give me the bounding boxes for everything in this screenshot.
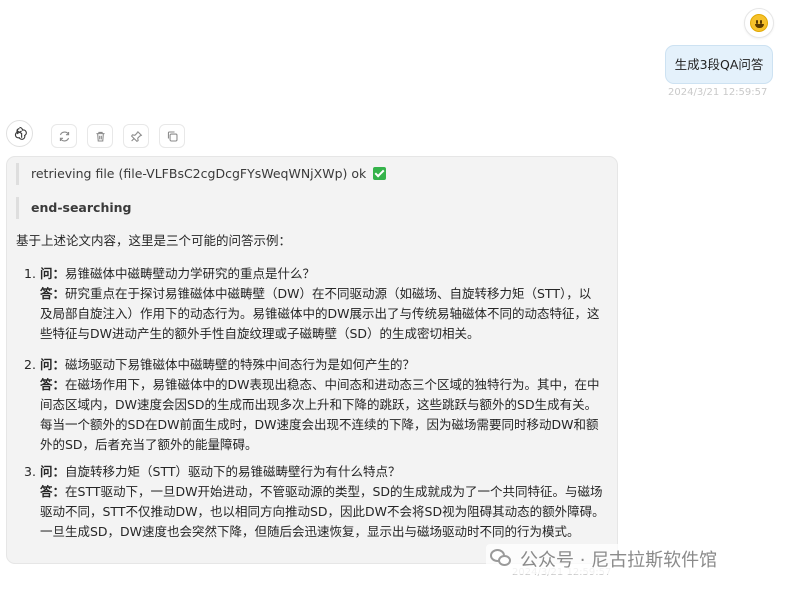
- answer-text: 间态区域内，DW速度会因SD的生成而出现多次上升和下降的跳跃，这些跳跃与额外的S…: [40, 397, 598, 412]
- watermark: 公众号 · 尼古拉斯软件馆: [486, 544, 722, 574]
- user-message-timestamp: 2024/3/21 12:59:57: [668, 87, 768, 98]
- answer-label: 答：: [40, 286, 66, 301]
- chat-window: 生成3段QA问答 2024/3/21 12:59:57 retrieving f…: [0, 0, 786, 589]
- qa-number: 1.: [24, 266, 36, 281]
- answer-text: 在磁场作用下，易锥磁体中的DW表现出稳态、中间态和进动态三个区域的独特行为。其中…: [65, 377, 600, 392]
- question-label: 问：: [40, 464, 66, 479]
- copy-button[interactable]: [159, 124, 185, 148]
- user-message: 生成3段QA问答: [665, 45, 773, 84]
- user-avatar: [744, 8, 774, 38]
- answer-text: 每当一个额外的SD在DW前面生成时，DW速度会出现不连续的下降，因为磁场需要同时…: [40, 417, 599, 432]
- openai-logo-icon: [14, 126, 27, 140]
- answer-text: 外的SD，后者充当了额外的能量障碍。: [40, 437, 258, 452]
- answer-label: 答：: [40, 484, 66, 499]
- question-text: 易锥磁体中磁畴壁动力学研究的重点是什么？: [65, 266, 316, 281]
- bot-avatar: [6, 120, 33, 147]
- grinning-face-icon: [750, 14, 768, 32]
- retrieval-status-quote: retrieving file (file-VLFBsC2cgDcgFYsWeq…: [16, 163, 387, 185]
- answer-intro: 基于上述论文内容，这里是三个可能的问答示例：: [16, 233, 292, 248]
- question-text: 自旋转移力矩（STT）驱动下的易锥磁畴壁行为有什么特点？: [65, 464, 401, 479]
- qa-item: 1. 问：易锥磁体中磁畴壁动力学研究的重点是什么？ 答：研究重点在于探讨易锥磁体…: [24, 264, 610, 344]
- qa-item: 2. 问：磁场驱动下易锥磁体中磁畴壁的特殊中间态行为是如何产生的？ 答：在磁场作…: [24, 355, 610, 455]
- question-label: 问：: [40, 266, 66, 281]
- watermark-text: 公众号 · 尼古拉斯软件馆: [520, 550, 718, 571]
- question-text: 磁场驱动下易锥磁体中磁畴壁的特殊中间态行为是如何产生的？: [65, 357, 416, 372]
- pin-button[interactable]: [123, 124, 149, 148]
- regenerate-button[interactable]: [51, 124, 77, 148]
- regenerate-icon: [59, 130, 69, 142]
- answer-text: 研究重点在于探讨易锥磁体中磁畴壁（DW）在不同驱动源（如磁场、自旋转移力矩（ST…: [65, 286, 592, 301]
- qa-number: 3.: [24, 464, 36, 479]
- answer-label: 答：: [40, 377, 66, 392]
- wechat-icon: [490, 549, 512, 569]
- retrieval-status-text: retrieving file (file-VLFBsC2cgDcgFYsWeq…: [31, 166, 367, 181]
- check-mark-icon: [373, 167, 387, 180]
- copy-icon: [167, 131, 177, 141]
- answer-text: 在STT驱动下，一旦DW开始进动，不管驱动源的类型，SD的生成就成为了一个共同特…: [65, 484, 603, 499]
- answer-text: 些特征与DW进动产生的额外手性自旋纹理或子磁畴壁（SD）的生成密切相关。: [40, 326, 480, 341]
- answer-text: 一旦生成SD，DW速度也会突然下降，但随后会迅速恢复，显示出与磁场驱动时不同的行…: [40, 524, 580, 539]
- delete-button[interactable]: [87, 124, 113, 148]
- qa-number: 2.: [24, 357, 36, 372]
- end-searching-quote: end-searching: [16, 197, 131, 219]
- answer-text: 及局部自旋注入）作用下的动态行为。易锥磁体中的DW展示出了与传统易轴磁体不同的动…: [40, 306, 600, 321]
- question-label: 问：: [40, 357, 66, 372]
- answer-text: 驱动不同，STT不仅推动DW，也以相同方向推动SD，因此DW不会将SD视为阻碍其…: [40, 504, 605, 519]
- trash-icon: [95, 131, 105, 141]
- qa-item: 3. 问：自旋转移力矩（STT）驱动下的易锥磁畴壁行为有什么特点？ 答：在STT…: [24, 462, 610, 542]
- pin-icon: [130, 130, 142, 142]
